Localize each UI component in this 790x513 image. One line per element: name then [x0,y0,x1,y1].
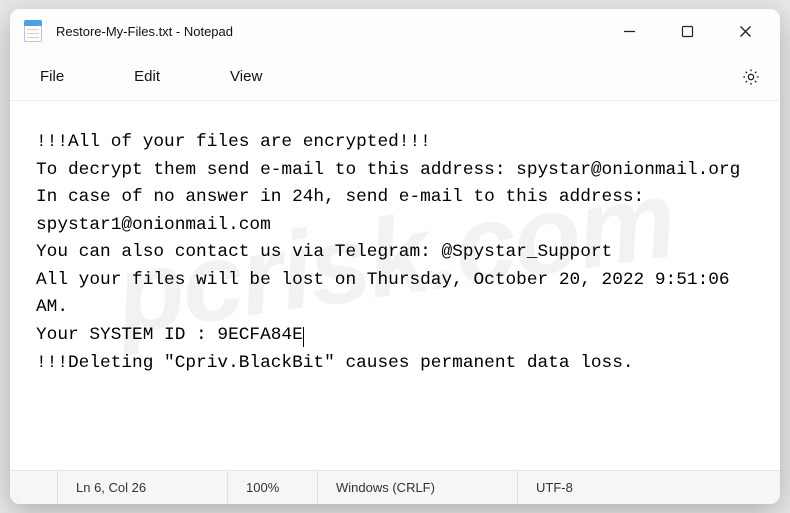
menu-edit[interactable]: Edit [114,60,180,93]
window-title: Restore-My-Files.txt - Notepad [56,24,233,39]
statusbar: Ln 6, Col 26 100% Windows (CRLF) UTF-8 [10,470,780,504]
status-position: Ln 6, Col 26 [58,471,228,504]
settings-button[interactable] [732,58,770,96]
minimize-button[interactable] [600,9,658,53]
document-text: !!!All of your files are encrypted!!! To… [36,132,740,345]
notepad-icon [24,20,42,42]
close-button[interactable] [716,9,774,53]
text-caret [303,327,304,347]
notepad-window: Restore-My-Files.txt - Notepad File Edit… [10,9,780,504]
menu-view[interactable]: View [210,60,282,93]
text-editor[interactable]: !!!All of your files are encrypted!!! To… [10,101,780,470]
status-spacer [10,471,58,504]
menu-file[interactable]: File [20,60,84,93]
status-eol: Windows (CRLF) [318,471,518,504]
maximize-button[interactable] [658,9,716,53]
document-text-after-caret: !!!Deleting "Cpriv.BlackBit" causes perm… [36,353,634,373]
status-zoom[interactable]: 100% [228,471,318,504]
window-controls [600,9,774,53]
status-encoding: UTF-8 [518,471,780,504]
titlebar[interactable]: Restore-My-Files.txt - Notepad [10,9,780,53]
menubar: File Edit View [10,53,780,101]
